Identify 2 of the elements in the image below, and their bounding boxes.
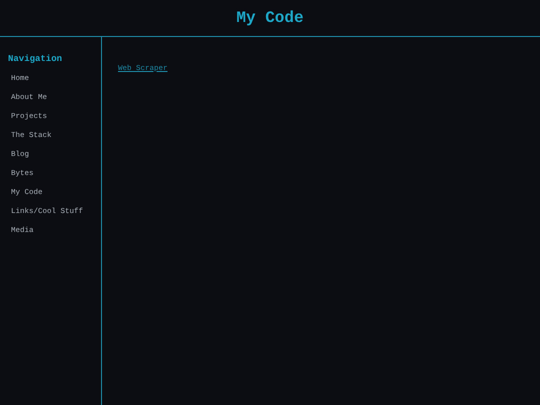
page-title: My Code	[236, 10, 304, 26]
navigation-heading: Navigation	[8, 53, 62, 66]
